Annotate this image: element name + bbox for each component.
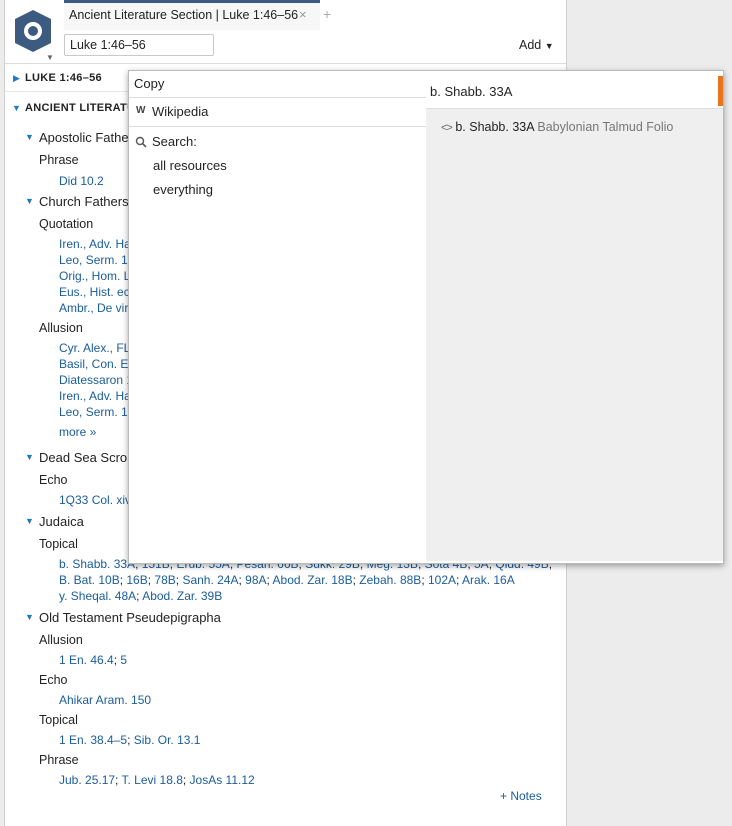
- type-label: Allusion: [39, 321, 83, 335]
- logo-dropdown-icon[interactable]: ▼: [46, 53, 54, 62]
- selection-side-panel: b. Shabb. 33A <> b. Shabb. 33A Babylonia…: [426, 71, 723, 561]
- wikipedia-icon: W: [136, 105, 146, 116]
- reference-link[interactable]: y. Sheqal. 48A: [59, 589, 136, 603]
- type-label: Quotation: [39, 217, 94, 231]
- reference-line: y. Sheqal. 48A; Abod. Zar. 39B: [59, 589, 223, 603]
- selected-reference-item[interactable]: b. Shabb. 33A: [426, 71, 723, 109]
- type-label: Phrase: [39, 753, 79, 767]
- tab-title[interactable]: Ancient Literature Section | Luke 1:46–5…: [69, 8, 298, 22]
- reference-link[interactable]: Leo, Serm. 1: [59, 405, 128, 419]
- reference-link[interactable]: Diatessaron 1: [59, 373, 133, 387]
- selected-reference-label: b. Shabb. 33A: [430, 84, 513, 99]
- more-link[interactable]: more »: [59, 425, 96, 439]
- reference-line: 1 En. 46.4; 5: [59, 653, 128, 667]
- category-ot-pseudepigrapha[interactable]: Old Testament Pseudepigrapha: [39, 610, 221, 625]
- category-apostolic-fathers[interactable]: Apostolic Fathers: [39, 130, 139, 145]
- reference-link[interactable]: JosAs 11.12: [190, 773, 255, 787]
- reference-line: Jub. 25.17; T. Levi 18.8; JosAs 11.12: [59, 773, 255, 787]
- type-label: Allusion: [39, 633, 83, 647]
- search-label: Search:: [152, 134, 197, 149]
- reference-link[interactable]: Ambr., De virg.: [59, 301, 138, 315]
- reference-link[interactable]: 102A: [428, 573, 456, 587]
- category-church-fathers[interactable]: Church Fathers: [39, 194, 129, 209]
- reference-link[interactable]: Zebah. 88B: [359, 573, 421, 587]
- reference-link[interactable]: Sanh. 24A: [182, 573, 238, 587]
- reference-link[interactable]: 1Q33 Col. xiv: [59, 493, 131, 507]
- reference-link[interactable]: Arak. 16A: [462, 573, 515, 587]
- close-tab-icon[interactable]: ×: [299, 7, 307, 22]
- chevron-down-icon: ▼: [544, 41, 554, 51]
- collapse-triangle-icon[interactable]: ▼: [25, 196, 34, 206]
- search-all-resources-item[interactable]: all resources: [153, 158, 426, 173]
- reference-result-item[interactable]: <> b. Shabb. 33A Babylonian Talmud Folio: [441, 120, 673, 134]
- add-tab-icon[interactable]: +: [323, 6, 331, 22]
- category-judaica[interactable]: Judaica: [39, 514, 84, 529]
- add-notes-link[interactable]: + Notes: [500, 789, 542, 803]
- section-luke-header[interactable]: LUKE 1:46–56: [25, 72, 102, 84]
- logos-logo-icon[interactable]: [13, 9, 53, 53]
- collapse-triangle-icon[interactable]: ▼: [25, 612, 34, 622]
- menu-divider: [129, 126, 426, 127]
- context-popup: Copy W Wikipedia Search: all resources e…: [128, 70, 724, 564]
- reference-line: B. Bat. 10B; 16B; 78B; Sanh. 24A; 98A; A…: [59, 573, 515, 587]
- reference-link[interactable]: Ahikar Aram. 150: [59, 693, 151, 707]
- category-dead-sea-scrolls[interactable]: Dead Sea Scrolls: [39, 450, 139, 465]
- type-label: Topical: [39, 537, 78, 551]
- header-divider: [5, 63, 566, 64]
- selection-accent-bar: [718, 76, 723, 106]
- add-button[interactable]: Add ▼: [519, 38, 554, 52]
- search-icon: [135, 136, 147, 148]
- search-everything-item[interactable]: everything: [153, 182, 426, 197]
- reference-link[interactable]: Did 10.2: [59, 174, 104, 188]
- collapse-triangle-icon[interactable]: ▼: [25, 452, 34, 462]
- reference-link[interactable]: b. Shabb. 33A: [59, 557, 135, 571]
- reference-link[interactable]: 16B: [126, 573, 147, 587]
- type-label: Echo: [39, 473, 68, 487]
- add-button-label: Add: [519, 38, 542, 52]
- reference-link[interactable]: 78B: [154, 573, 175, 587]
- type-label: Topical: [39, 713, 78, 727]
- reference-link[interactable]: Jub. 25.17: [59, 773, 115, 787]
- reference-link[interactable]: B. Bat. 10B: [59, 573, 120, 587]
- reference-link[interactable]: 98A: [245, 573, 266, 587]
- reference-link[interactable]: Abod. Zar. 18B: [273, 573, 353, 587]
- reference-link[interactable]: Sib. Or. 13.1: [134, 733, 201, 747]
- collapse-triangle-icon[interactable]: ▼: [12, 103, 21, 113]
- collapse-triangle-icon[interactable]: ▼: [25, 132, 34, 142]
- reference-link[interactable]: 5: [120, 653, 127, 667]
- expand-triangle-icon[interactable]: ▶: [13, 73, 20, 84]
- reference-link[interactable]: Cyr. Alex., FL: [59, 341, 130, 355]
- reference-link[interactable]: Leo, Serm. 1.2: [59, 253, 138, 267]
- result-source: Babylonian Talmud Folio: [537, 120, 674, 134]
- copy-menu-item[interactable]: Copy: [134, 76, 426, 91]
- code-brackets-icon: <>: [441, 122, 453, 134]
- reference-input[interactable]: [64, 34, 214, 56]
- result-reference: b. Shabb. 33A: [455, 120, 534, 134]
- wikipedia-menu-item[interactable]: Wikipedia: [152, 104, 426, 119]
- context-menu: Copy W Wikipedia Search: all resources e…: [129, 71, 426, 561]
- collapse-triangle-icon[interactable]: ▼: [25, 516, 34, 526]
- reference-link[interactable]: 1 En. 46.4: [59, 653, 114, 667]
- menu-divider: [129, 97, 426, 98]
- type-label: Phrase: [39, 153, 79, 167]
- reference-link[interactable]: 1 En. 38.4–5: [59, 733, 127, 747]
- type-label: Echo: [39, 673, 68, 687]
- reference-link[interactable]: T. Levi 18.8: [122, 773, 183, 787]
- reference-link[interactable]: Abod. Zar. 39B: [142, 589, 222, 603]
- reference-line: 1 En. 38.4–5; Sib. Or. 13.1: [59, 733, 201, 747]
